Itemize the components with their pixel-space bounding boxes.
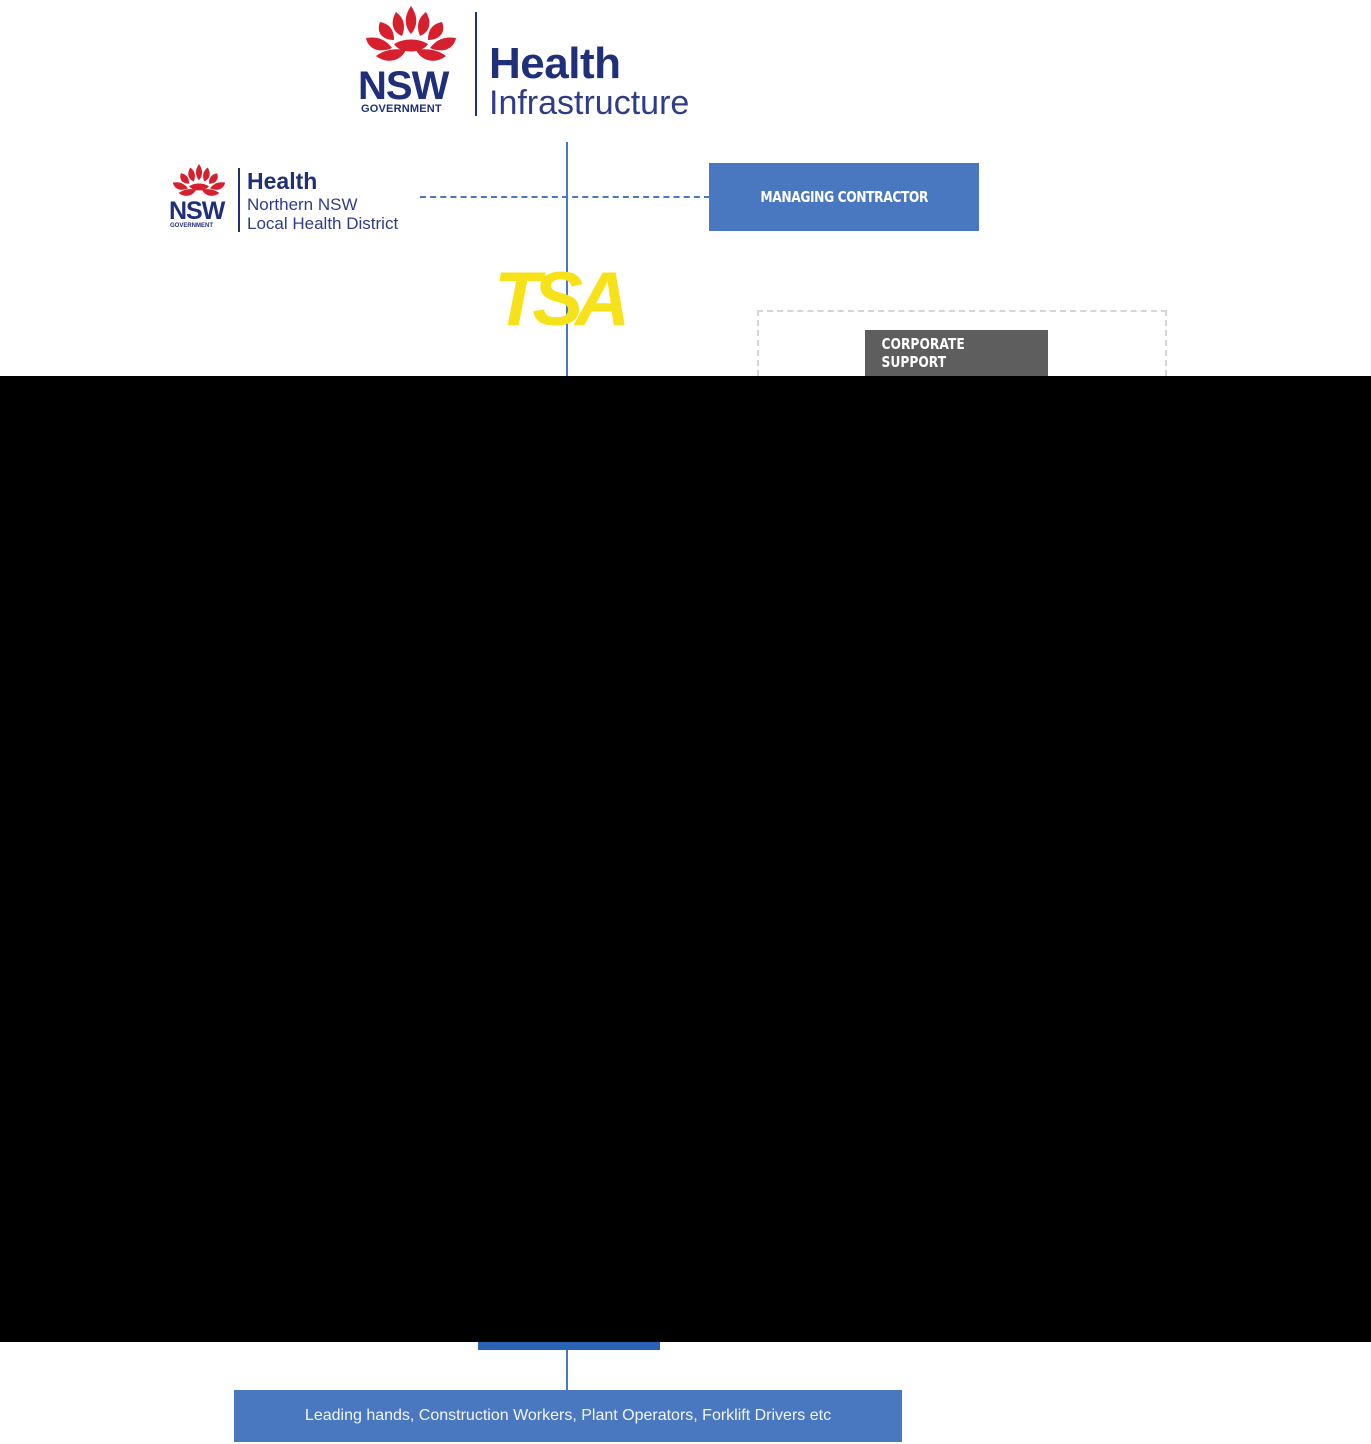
waratah-flower-icon xyxy=(366,6,456,61)
connector-line-bottom xyxy=(566,1348,568,1390)
local-health-district-logo xyxy=(167,162,233,202)
managing-contractor-label: MANAGING CONTRACTOR xyxy=(760,188,928,206)
tsa-logo: TSA xyxy=(494,257,630,342)
health-infrastructure-subtitle: Infrastructure xyxy=(489,84,690,122)
lhd-name-line2: Local Health District xyxy=(247,214,399,233)
workers-node: Leading hands, Construction Workers, Pla… xyxy=(234,1390,902,1442)
government-wordmark: GOVERNMENT xyxy=(361,103,442,115)
partial-node-bottom xyxy=(478,1342,660,1350)
waratah-flower-icon xyxy=(172,163,226,196)
corporate-support-node: CORPORATE SUPPORT xyxy=(865,330,1048,376)
health-infrastructure-title: Health xyxy=(489,39,621,88)
logo-divider xyxy=(475,12,477,116)
workers-label: Leading hands, Construction Workers, Pla… xyxy=(304,1407,832,1424)
nsw-wordmark: NSW xyxy=(358,64,449,108)
redacted-area xyxy=(0,376,1371,1342)
government-wordmark-small: GOVERNMENT xyxy=(170,223,214,229)
connector-dashed-horizontal xyxy=(420,196,710,198)
nsw-wordmark-small: NSW xyxy=(169,197,225,225)
logo-divider-small xyxy=(238,168,240,232)
lhd-title: Health xyxy=(247,168,318,194)
corporate-support-label: CORPORATE SUPPORT xyxy=(881,335,965,371)
managing-contractor-node: MANAGING CONTRACTOR xyxy=(709,163,979,231)
lhd-name-line1: Northern NSW xyxy=(247,195,358,214)
